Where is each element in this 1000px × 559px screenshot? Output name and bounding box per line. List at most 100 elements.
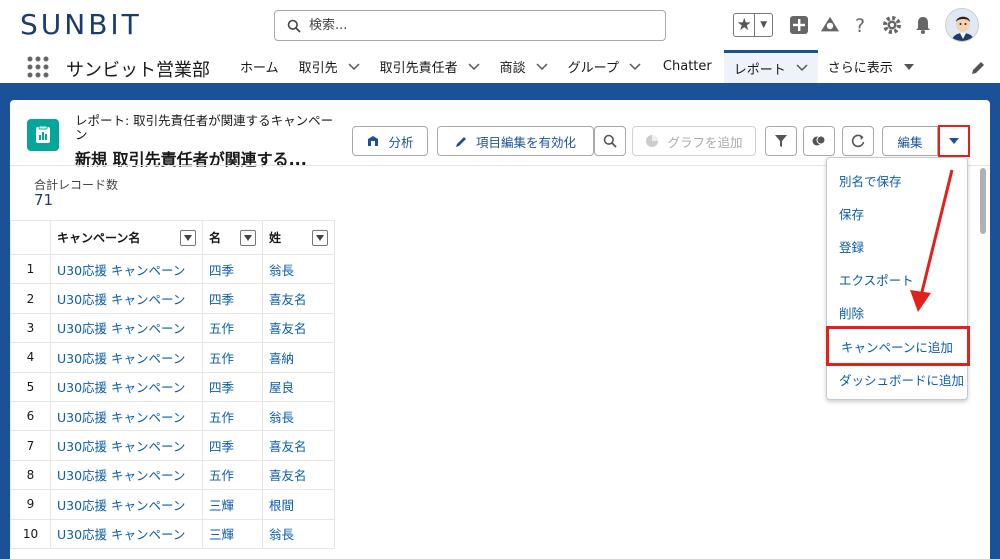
table-row: 3 U30応援 キャンペーン 五作 喜友名	[10, 312, 335, 344]
first-name-cell[interactable]: 三輝	[202, 489, 263, 520]
caret-down-icon[interactable]	[903, 63, 915, 71]
menu-item-save-as[interactable]: 別名で保存	[827, 164, 969, 197]
first-name-cell[interactable]: 四季	[202, 430, 263, 461]
last-name-cell[interactable]: 喜納	[262, 342, 335, 373]
column-menu-icon[interactable]	[180, 230, 196, 246]
chevron-down-icon[interactable]	[348, 62, 360, 71]
menu-item-label: 別名で保存	[839, 174, 902, 189]
campaign-name-cell[interactable]: U30応援 キャンペーン	[50, 430, 203, 461]
search-input[interactable]	[309, 18, 649, 33]
first-name-cell[interactable]: 三輝	[202, 518, 263, 549]
enable-field-edit-button[interactable]: 項目編集を有効化	[437, 126, 594, 156]
first-name-cell[interactable]: 四季	[202, 283, 263, 314]
chevron-down-icon[interactable]	[468, 62, 480, 71]
column-menu-icon[interactable]	[240, 230, 256, 246]
tab-groups[interactable]: グループ	[558, 50, 651, 83]
chevron-down-icon[interactable]	[536, 62, 548, 71]
table-row: 9 U30応援 キャンペーン 三輝 根間	[10, 489, 335, 520]
app-launcher-icon[interactable]	[27, 56, 49, 78]
menu-item-subscribe[interactable]: 登録	[827, 230, 969, 263]
campaign-name-cell[interactable]: U30応援 キャンペーン	[50, 459, 203, 491]
last-name-cell[interactable]: 翁長	[262, 400, 335, 432]
last-name-cell[interactable]: 翁長	[262, 253, 335, 285]
last-name-cell[interactable]: 屋良	[262, 371, 335, 402]
column-label: キャンペーン名	[57, 231, 141, 245]
menu-item-add-to-campaign[interactable]: キャンペーンに追加	[826, 326, 970, 366]
tab-contacts[interactable]: 取引先責任者	[370, 50, 490, 83]
column-header-last-name[interactable]: 姓	[262, 220, 335, 255]
caret-down-icon[interactable]: ▼	[755, 20, 772, 30]
first-name-cell[interactable]: 五作	[202, 400, 263, 432]
table-row: 4 U30応援 キャンペーン 五作 喜納	[10, 342, 335, 373]
analyze-label: 分析	[388, 134, 414, 150]
menu-item-save[interactable]: 保存	[827, 197, 969, 230]
last-name-cell[interactable]: 翁長	[262, 518, 335, 549]
analyze-button[interactable]: 分析	[352, 126, 428, 156]
column-header-campaign[interactable]: キャンペーン名	[50, 220, 203, 255]
first-name-cell[interactable]: 四季	[202, 253, 263, 285]
last-name-cell[interactable]: 根間	[262, 489, 335, 520]
last-name-cell[interactable]: 喜友名	[262, 430, 335, 461]
menu-item-delete[interactable]: 削除	[827, 296, 969, 329]
last-name-cell[interactable]: 喜友名	[262, 283, 335, 314]
tab-accounts[interactable]: 取引先	[289, 50, 370, 83]
add-icon[interactable]	[789, 15, 809, 35]
search-report-button[interactable]	[594, 126, 626, 156]
row-number: 10	[10, 518, 51, 549]
trailhead-icon[interactable]	[820, 15, 840, 35]
chevron-down-icon[interactable]	[629, 62, 641, 71]
tab-opportunities[interactable]: 商談	[490, 50, 558, 83]
tab-home[interactable]: ホーム	[230, 50, 289, 83]
scrollbar-thumb[interactable]	[980, 168, 986, 234]
menu-item-label: エクスポート	[839, 273, 914, 288]
campaign-name-cell[interactable]: U30応援 キャンペーン	[50, 518, 203, 549]
chart-icon	[646, 135, 659, 147]
bell-icon[interactable]	[913, 15, 933, 35]
help-icon[interactable]: ?	[851, 15, 871, 35]
column-label: 名	[209, 231, 222, 245]
campaign-name-cell[interactable]: U30応援 キャンペーン	[50, 312, 203, 344]
row-number: 4	[10, 342, 51, 373]
filter-button[interactable]	[765, 126, 797, 156]
column-menu-icon[interactable]	[312, 230, 328, 246]
tab-label: レポート	[733, 62, 786, 78]
campaign-name-cell[interactable]: U30応援 キャンペーン	[50, 342, 203, 373]
first-name-cell[interactable]: 五作	[202, 459, 263, 491]
row-number: 5	[10, 371, 51, 402]
edit-nav-icon[interactable]	[970, 60, 986, 76]
row-number: 7	[10, 430, 51, 461]
favorites-button[interactable]: ★ ▼	[733, 13, 773, 37]
first-name-cell[interactable]: 五作	[202, 312, 263, 344]
last-name-cell[interactable]: 喜友名	[262, 312, 335, 344]
tab-label: ホーム	[240, 61, 279, 76]
refresh-button[interactable]	[842, 126, 874, 156]
campaign-name-cell[interactable]: U30応援 キャンペーン	[50, 253, 203, 285]
campaign-name-cell[interactable]: U30応援 キャンペーン	[50, 283, 203, 314]
row-number-header	[10, 220, 51, 255]
last-name-cell[interactable]: 喜友名	[262, 459, 335, 491]
edit-button[interactable]: 編集	[882, 126, 938, 156]
column-header-first-name[interactable]: 名	[202, 220, 263, 255]
first-name-cell[interactable]: 五作	[202, 342, 263, 373]
global-search[interactable]	[274, 10, 666, 41]
chevron-down-icon[interactable]	[796, 64, 808, 72]
campaign-name-cell[interactable]: U30応援 キャンペーン	[50, 489, 203, 520]
tab-more[interactable]: さらに表示	[818, 50, 925, 83]
report-icon	[27, 119, 59, 151]
tab-reports[interactable]: レポート	[723, 50, 818, 83]
gear-icon[interactable]	[882, 15, 902, 35]
top-header: SUNBIT ★ ▼ ?	[0, 0, 1000, 50]
avatar[interactable]	[945, 8, 979, 42]
menu-item-export[interactable]: エクスポート	[827, 263, 969, 296]
refresh-icon	[851, 134, 865, 148]
menu-item-add-to-dashboard[interactable]: ダッシュボードに追加	[827, 363, 969, 396]
record-count: 71	[34, 191, 54, 209]
first-name-cell[interactable]: 四季	[202, 371, 263, 402]
collapse-button[interactable]	[803, 126, 835, 156]
campaign-name-cell[interactable]: U30応援 キャンペーン	[50, 400, 203, 432]
more-actions-dropdown[interactable]	[938, 125, 970, 157]
add-chart-button[interactable]: グラフを追加	[632, 126, 756, 156]
tab-chatter[interactable]: Chatter	[651, 50, 724, 83]
campaign-name-cell[interactable]: U30応援 キャンペーン	[50, 371, 203, 402]
table-body: 1 U30応援 キャンペーン 四季 翁長 2 U30応援 キャンペーン 四季 喜友名 3 U30応…	[10, 253, 335, 549]
